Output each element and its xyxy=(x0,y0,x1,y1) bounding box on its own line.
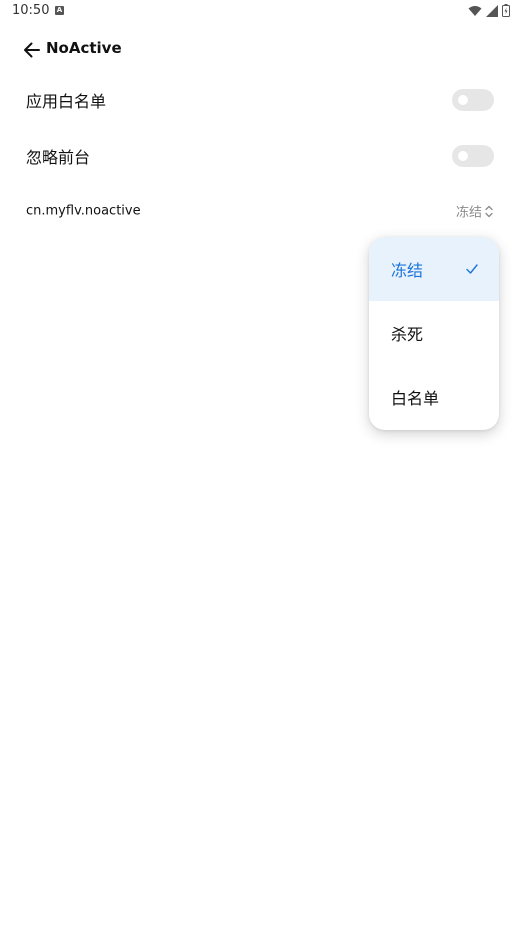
status-bar: 10:50 A xyxy=(0,0,520,22)
back-button[interactable] xyxy=(20,38,44,62)
wifi-icon xyxy=(468,5,482,16)
status-icons xyxy=(468,4,510,17)
package-mode-value: 冻结 xyxy=(455,205,482,221)
arrow-left-icon xyxy=(24,42,40,58)
page-title: NoActive xyxy=(46,39,122,57)
menu-item-whitelist[interactable]: 白名单 xyxy=(369,365,499,429)
toggle-knob xyxy=(458,95,468,105)
chevron-up-down-icon xyxy=(485,205,493,217)
check-icon xyxy=(466,264,478,274)
toggle-knob xyxy=(458,151,468,161)
setting-label-ignore-foreground: 忽略前台 xyxy=(26,148,91,167)
app-whitelist-toggle[interactable] xyxy=(452,89,494,111)
package-name: cn.myflv.noactive xyxy=(26,203,141,219)
setting-row-app-whitelist[interactable]: 应用白名单 xyxy=(0,76,520,124)
menu-item-label: 杀死 xyxy=(391,325,424,344)
package-mode-select[interactable]: 冻结 xyxy=(456,202,494,221)
setting-row-ignore-foreground[interactable]: 忽略前台 xyxy=(0,132,520,180)
app-bar: NoActive xyxy=(0,30,520,68)
menu-item-freeze[interactable]: 冻结 xyxy=(369,237,499,301)
ignore-foreground-toggle[interactable] xyxy=(452,145,494,167)
setting-label-app-whitelist: 应用白名单 xyxy=(26,92,107,111)
mode-dropdown-menu: 冻结 杀死 白名单 xyxy=(369,237,499,430)
battery-icon xyxy=(502,4,510,17)
menu-item-kill[interactable]: 杀死 xyxy=(369,301,499,365)
status-time: 10:50 xyxy=(12,3,50,18)
signal-icon xyxy=(486,4,498,17)
a-icon: A xyxy=(55,6,64,15)
package-row[interactable]: cn.myflv.noactive 冻结 xyxy=(0,187,520,235)
menu-item-label: 白名单 xyxy=(391,389,440,408)
menu-item-label: 冻结 xyxy=(391,261,424,280)
